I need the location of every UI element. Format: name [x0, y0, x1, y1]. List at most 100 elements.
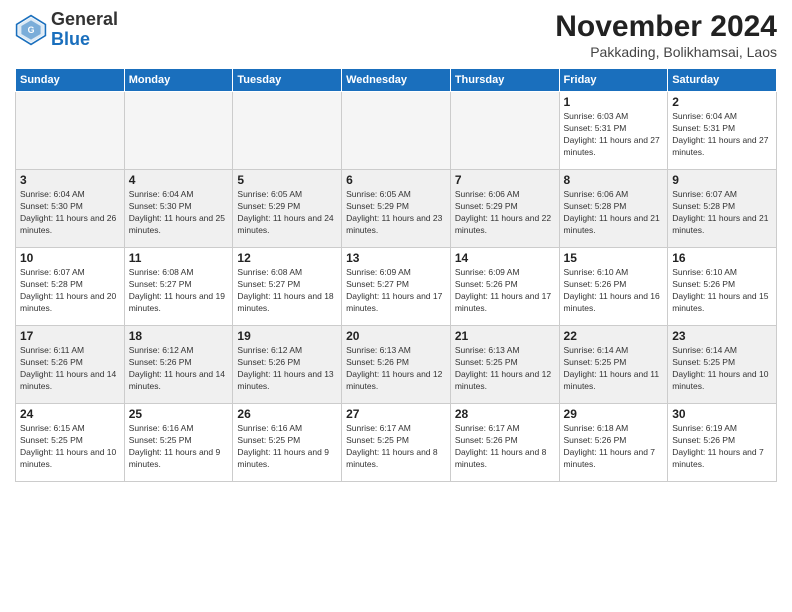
logo-blue: Blue — [51, 29, 90, 49]
day-number: 2 — [672, 95, 772, 109]
day-number: 10 — [20, 251, 120, 265]
table-row: 30Sunrise: 6:19 AM Sunset: 5:26 PM Dayli… — [668, 404, 777, 482]
day-info: Sunrise: 6:13 AM Sunset: 5:26 PM Dayligh… — [346, 345, 446, 393]
calendar-week-4: 17 Sunrise: 6:11 AM Sunset: 5:26 PM Dayli… — [16, 326, 777, 404]
day-info: Sunrise: 6:17 AM Sunset: 5:25 PM Dayligh… — [346, 423, 446, 471]
day-number: 22 — [564, 329, 664, 343]
location: Pakkading, Bolikhamsai, Laos — [555, 44, 777, 60]
day-number: 26 — [237, 407, 337, 421]
table-row: 20 Sunrise: 6:13 AM Sunset: 5:26 PM Dayli… — [342, 326, 451, 404]
day-info: Sunrise: 6:17 AM Sunset: 5:26 PM Dayligh… — [455, 423, 555, 471]
table-row: 23 Sunrise: 6:14 AM Sunset: 5:25 PM Dayli… — [668, 326, 777, 404]
day-number: 12 — [237, 251, 337, 265]
day-info: Sunrise: 6:04 AM Sunset: 5:31 PM Dayligh… — [672, 111, 772, 159]
day-number: 17 — [20, 329, 120, 343]
col-sunday: Sunday — [16, 69, 125, 92]
table-row: 27 Sunrise: 6:17 AM Sunset: 5:25 PM Dayli… — [342, 404, 451, 482]
table-row: 4 Sunrise: 6:04 AM Sunset: 5:30 PM Daylig… — [124, 170, 233, 248]
day-number: 14 — [455, 251, 555, 265]
day-info: Sunrise: 6:12 AM Sunset: 5:26 PM Dayligh… — [129, 345, 229, 393]
day-number: 29 — [564, 407, 664, 421]
logo-general: General — [51, 9, 118, 29]
table-row — [233, 92, 342, 170]
day-number: 4 — [129, 173, 229, 187]
day-info: Sunrise: 6:10 AM Sunset: 5:26 PM Dayligh… — [672, 267, 772, 315]
table-row: 7 Sunrise: 6:06 AM Sunset: 5:29 PM Daylig… — [450, 170, 559, 248]
day-number: 15 — [564, 251, 664, 265]
day-info: Sunrise: 6:12 AM Sunset: 5:26 PM Dayligh… — [237, 345, 337, 393]
day-info: Sunrise: 6:04 AM Sunset: 5:30 PM Dayligh… — [129, 189, 229, 237]
table-row: 3Sunrise: 6:04 AM Sunset: 5:30 PM Daylig… — [16, 170, 125, 248]
day-number: 19 — [237, 329, 337, 343]
calendar-week-2: 3Sunrise: 6:04 AM Sunset: 5:30 PM Daylig… — [16, 170, 777, 248]
col-friday: Friday — [559, 69, 668, 92]
logo: G General Blue — [15, 10, 118, 50]
day-number: 6 — [346, 173, 446, 187]
col-wednesday: Wednesday — [342, 69, 451, 92]
day-info: Sunrise: 6:07 AM Sunset: 5:28 PM Dayligh… — [672, 189, 772, 237]
table-row: 8 Sunrise: 6:06 AM Sunset: 5:28 PM Daylig… — [559, 170, 668, 248]
day-info: Sunrise: 6:16 AM Sunset: 5:25 PM Dayligh… — [129, 423, 229, 471]
day-info: Sunrise: 6:05 AM Sunset: 5:29 PM Dayligh… — [346, 189, 446, 237]
day-info: Sunrise: 6:10 AM Sunset: 5:26 PM Dayligh… — [564, 267, 664, 315]
day-info: Sunrise: 6:06 AM Sunset: 5:28 PM Dayligh… — [564, 189, 664, 237]
day-number: 8 — [564, 173, 664, 187]
table-row: 24 Sunrise: 6:15 AM Sunset: 5:25 PM Dayli… — [16, 404, 125, 482]
day-info: Sunrise: 6:05 AM Sunset: 5:29 PM Dayligh… — [237, 189, 337, 237]
table-row: 1Sunrise: 6:03 AM Sunset: 5:31 PM Daylig… — [559, 92, 668, 170]
calendar-header-row: Sunday Monday Tuesday Wednesday Thursday… — [16, 69, 777, 92]
day-number: 5 — [237, 173, 337, 187]
table-row: 22 Sunrise: 6:14 AM Sunset: 5:25 PM Dayli… — [559, 326, 668, 404]
day-number: 20 — [346, 329, 446, 343]
day-info: Sunrise: 6:18 AM Sunset: 5:26 PM Dayligh… — [564, 423, 664, 471]
col-tuesday: Tuesday — [233, 69, 342, 92]
day-info: Sunrise: 6:07 AM Sunset: 5:28 PM Dayligh… — [20, 267, 120, 315]
day-number: 11 — [129, 251, 229, 265]
day-info: Sunrise: 6:08 AM Sunset: 5:27 PM Dayligh… — [129, 267, 229, 315]
day-number: 23 — [672, 329, 772, 343]
day-info: Sunrise: 6:06 AM Sunset: 5:29 PM Dayligh… — [455, 189, 555, 237]
table-row: 5 Sunrise: 6:05 AM Sunset: 5:29 PM Daylig… — [233, 170, 342, 248]
day-info: Sunrise: 6:03 AM Sunset: 5:31 PM Dayligh… — [564, 111, 664, 159]
day-number: 30 — [672, 407, 772, 421]
day-info: Sunrise: 6:09 AM Sunset: 5:27 PM Dayligh… — [346, 267, 446, 315]
table-row: 12 Sunrise: 6:08 AM Sunset: 5:27 PM Dayli… — [233, 248, 342, 326]
header: G General Blue November 2024 Pakkading, … — [15, 10, 777, 60]
day-number: 7 — [455, 173, 555, 187]
table-row: 14Sunrise: 6:09 AM Sunset: 5:26 PM Dayli… — [450, 248, 559, 326]
table-row: 28Sunrise: 6:17 AM Sunset: 5:26 PM Dayli… — [450, 404, 559, 482]
day-number: 24 — [20, 407, 120, 421]
title-block: November 2024 Pakkading, Bolikhamsai, La… — [555, 10, 777, 60]
day-info: Sunrise: 6:08 AM Sunset: 5:27 PM Dayligh… — [237, 267, 337, 315]
day-info: Sunrise: 6:14 AM Sunset: 5:25 PM Dayligh… — [672, 345, 772, 393]
table-row: 16 Sunrise: 6:10 AM Sunset: 5:26 PM Dayli… — [668, 248, 777, 326]
table-row: 9Sunrise: 6:07 AM Sunset: 5:28 PM Daylig… — [668, 170, 777, 248]
calendar: Sunday Monday Tuesday Wednesday Thursday… — [15, 68, 777, 482]
table-row: 2 Sunrise: 6:04 AM Sunset: 5:31 PM Daylig… — [668, 92, 777, 170]
day-number: 13 — [346, 251, 446, 265]
col-saturday: Saturday — [668, 69, 777, 92]
col-monday: Monday — [124, 69, 233, 92]
day-info: Sunrise: 6:14 AM Sunset: 5:25 PM Dayligh… — [564, 345, 664, 393]
day-number: 18 — [129, 329, 229, 343]
table-row: 15 Sunrise: 6:10 AM Sunset: 5:26 PM Dayli… — [559, 248, 668, 326]
calendar-week-5: 24 Sunrise: 6:15 AM Sunset: 5:25 PM Dayli… — [16, 404, 777, 482]
table-row: 10 Sunrise: 6:07 AM Sunset: 5:28 PM Dayli… — [16, 248, 125, 326]
day-number: 21 — [455, 329, 555, 343]
table-row: 29 Sunrise: 6:18 AM Sunset: 5:26 PM Dayli… — [559, 404, 668, 482]
table-row: 11 Sunrise: 6:08 AM Sunset: 5:27 PM Dayli… — [124, 248, 233, 326]
day-info: Sunrise: 6:16 AM Sunset: 5:25 PM Dayligh… — [237, 423, 337, 471]
col-thursday: Thursday — [450, 69, 559, 92]
day-info: Sunrise: 6:11 AM Sunset: 5:26 PM Dayligh… — [20, 345, 120, 393]
table-row — [124, 92, 233, 170]
page: G General Blue November 2024 Pakkading, … — [0, 0, 792, 612]
day-info: Sunrise: 6:13 AM Sunset: 5:25 PM Dayligh… — [455, 345, 555, 393]
day-number: 27 — [346, 407, 446, 421]
calendar-week-1: 1Sunrise: 6:03 AM Sunset: 5:31 PM Daylig… — [16, 92, 777, 170]
logo-icon: G — [15, 14, 47, 46]
day-info: Sunrise: 6:04 AM Sunset: 5:30 PM Dayligh… — [20, 189, 120, 237]
day-info: Sunrise: 6:15 AM Sunset: 5:25 PM Dayligh… — [20, 423, 120, 471]
table-row — [16, 92, 125, 170]
table-row: 13 Sunrise: 6:09 AM Sunset: 5:27 PM Dayli… — [342, 248, 451, 326]
day-number: 16 — [672, 251, 772, 265]
